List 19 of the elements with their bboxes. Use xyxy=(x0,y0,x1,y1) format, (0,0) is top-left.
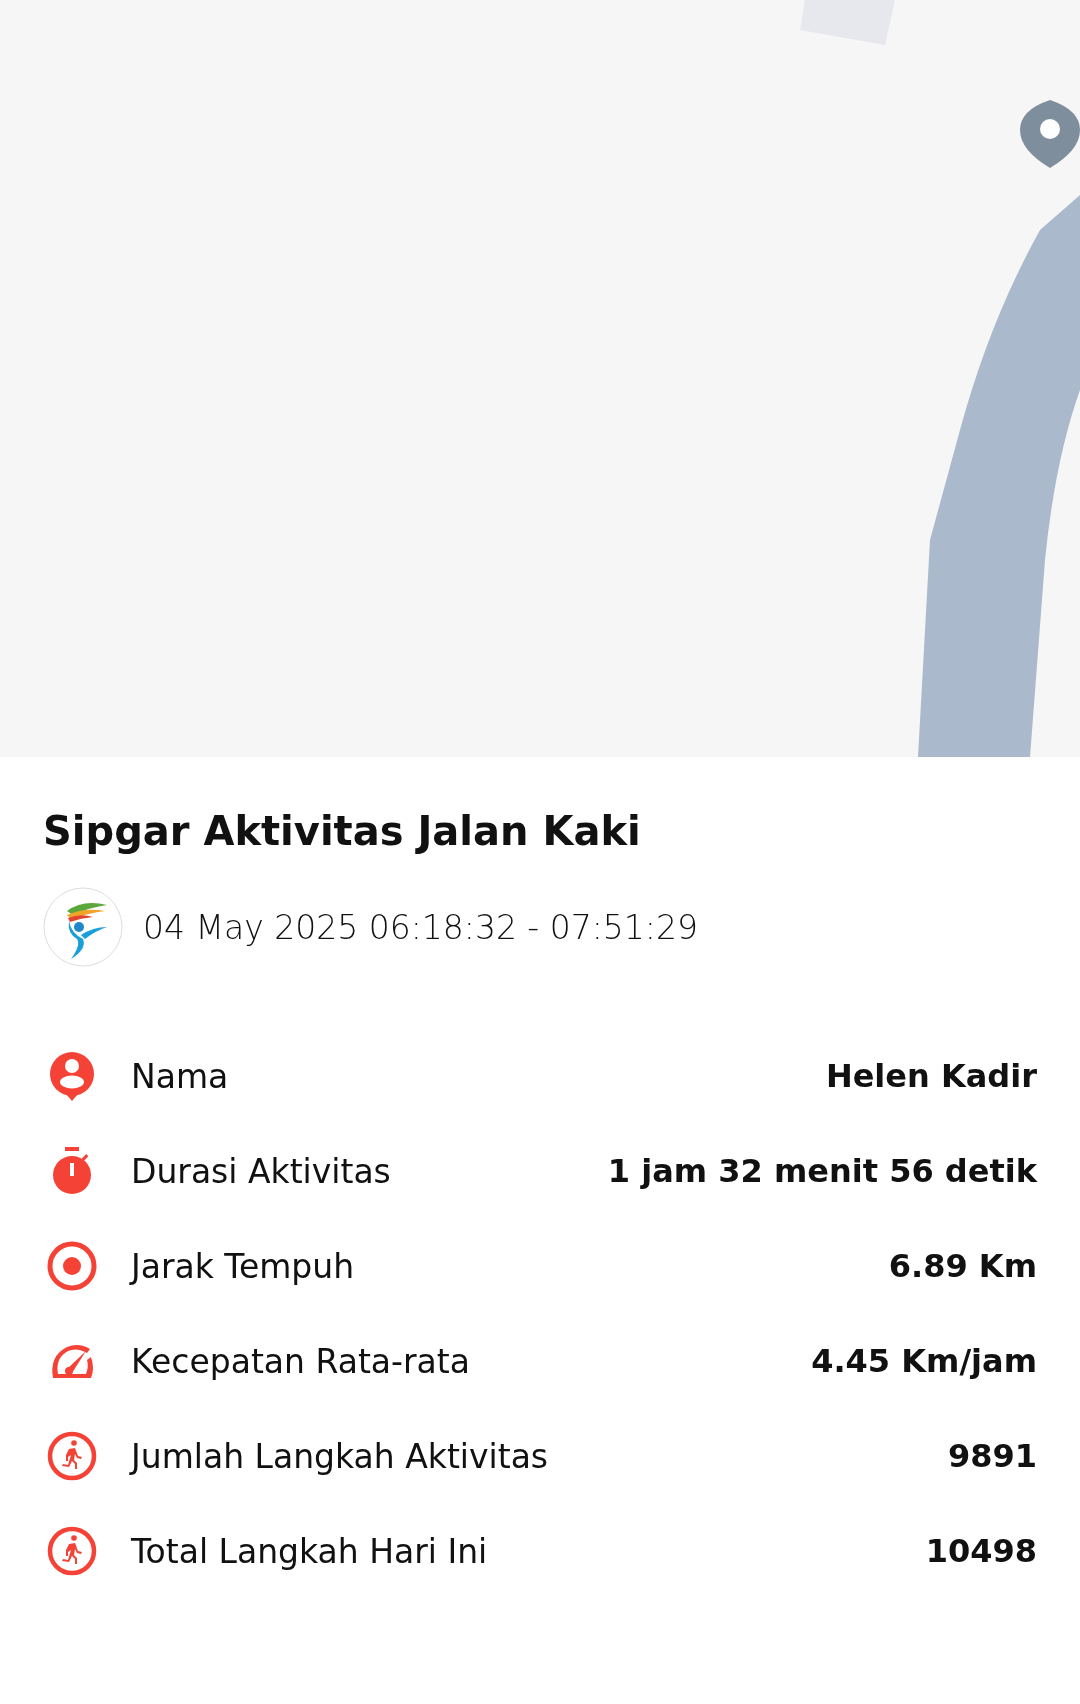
stat-label: Total Langkah Hari Ini xyxy=(131,1531,489,1571)
stat-value: Helen Kadir xyxy=(825,1057,1037,1095)
stat-value: 6.89 Km xyxy=(888,1247,1037,1285)
stat-value: 9891 xyxy=(947,1437,1037,1475)
target-icon xyxy=(47,1241,97,1291)
stat-label: Durasi Aktivitas xyxy=(131,1151,392,1191)
stat-value: 10498 xyxy=(925,1532,1037,1570)
stat-label: Jarak Tempuh xyxy=(131,1246,356,1286)
walker-icon xyxy=(47,1431,97,1481)
stat-value: 1 jam 32 menit 56 detik xyxy=(607,1152,1037,1190)
stat-value: 4.45 Km/jam xyxy=(811,1342,1037,1380)
walker-icon xyxy=(47,1526,97,1576)
activity-title: Sipgar Aktivitas Jalan Kaki xyxy=(43,807,642,855)
stat-label: Nama xyxy=(131,1056,230,1096)
stat-label: Kecepatan Rata-rata xyxy=(131,1341,471,1381)
logo-icon xyxy=(43,887,123,967)
stat-label: Jumlah Langkah Aktivitas xyxy=(131,1436,550,1476)
activity-date: 04 May 2025 06:18:32 - 07:51:29 xyxy=(143,907,698,947)
person-icon xyxy=(47,1051,97,1101)
